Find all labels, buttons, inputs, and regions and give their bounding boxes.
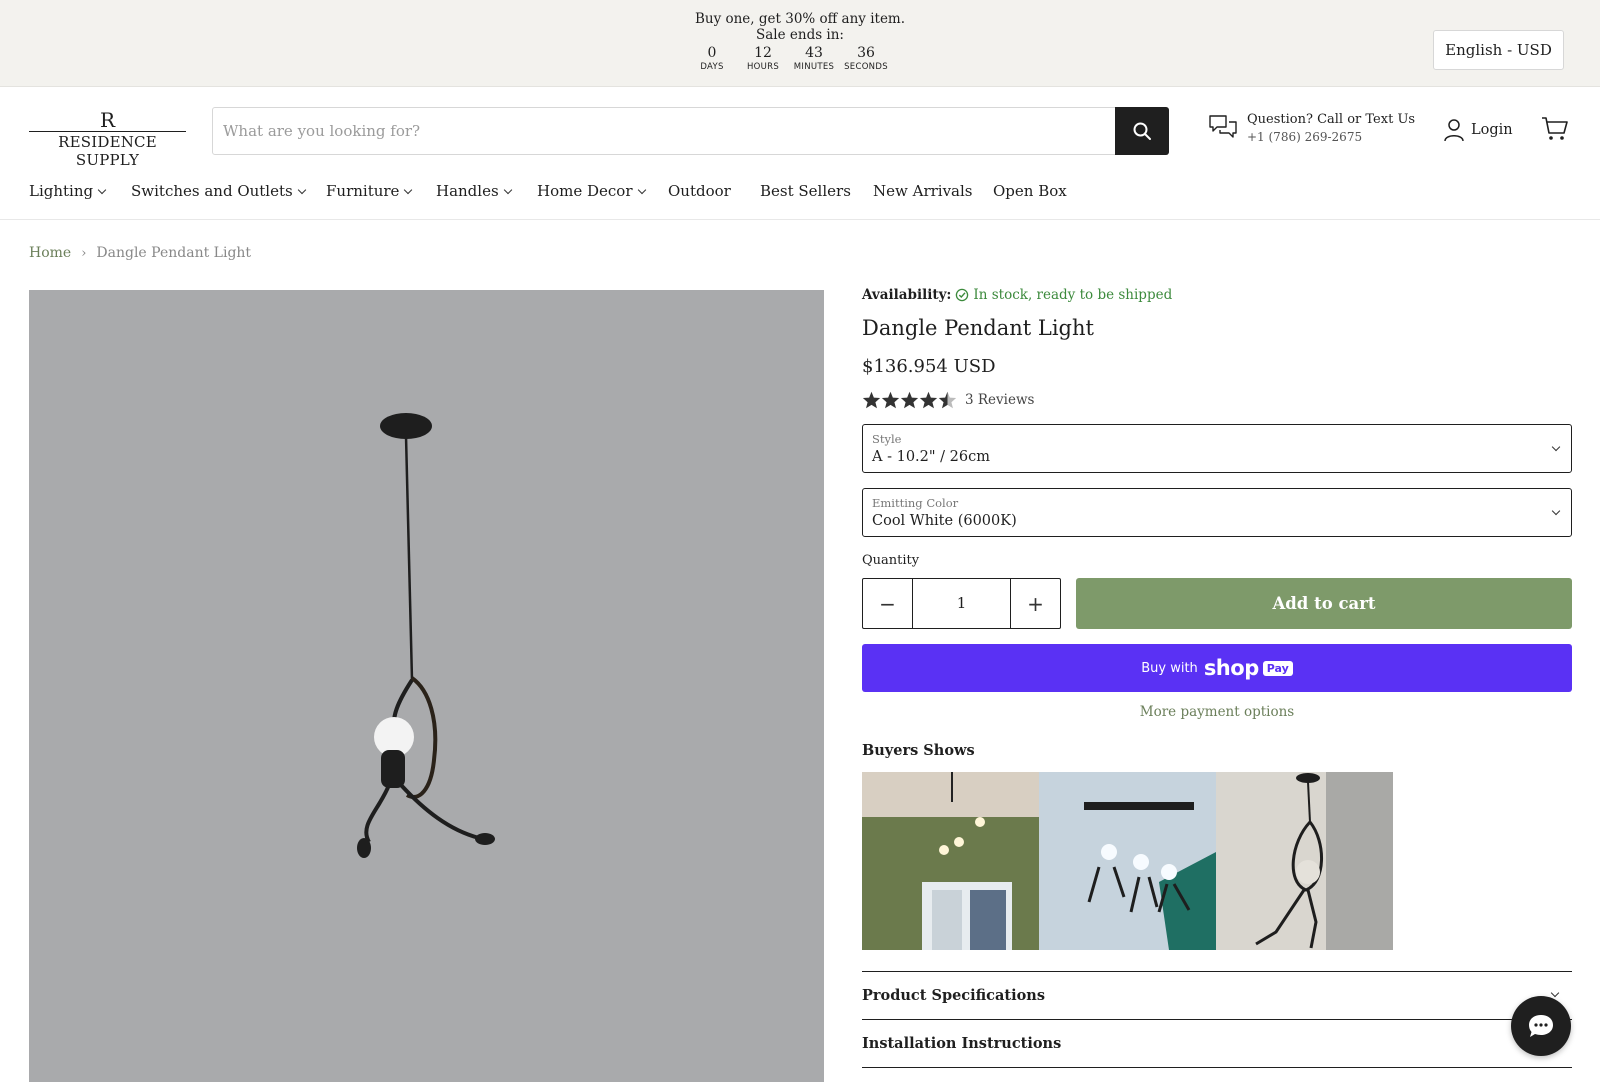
chat-icon — [1529, 1015, 1553, 1037]
breadcrumb-separator: › — [81, 245, 87, 261]
more-payment-options-link[interactable]: More payment options — [862, 704, 1572, 720]
accordion-title: Product Specifications — [862, 987, 1045, 1004]
search-bar — [212, 107, 1169, 155]
pendant-light-illustration — [357, 413, 495, 858]
star-icon — [919, 391, 938, 409]
contact-phone: +1 (786) 269-2675 — [1247, 130, 1363, 144]
product-main-image[interactable] — [29, 290, 824, 1082]
search-button[interactable] — [1115, 107, 1169, 155]
quantity-increase-button[interactable]: + — [1011, 579, 1060, 628]
chevron-down-icon — [404, 185, 413, 194]
cart-icon — [1542, 117, 1568, 140]
style-select-value: A - 10.2" / 26cm — [872, 449, 990, 465]
buy-with-label: Buy with — [1141, 660, 1198, 676]
quantity-stepper: − 1 + — [862, 578, 1061, 629]
availability-status: In stock, ready to be shipped — [973, 287, 1173, 303]
buyer-photo-1-image — [862, 772, 1039, 950]
chevron-down-icon — [1550, 988, 1560, 998]
nav-item-open-box[interactable]: Open Box — [993, 182, 1067, 200]
nav-item-lighting[interactable]: Lighting — [29, 182, 107, 200]
breadcrumb-home[interactable]: Home — [29, 245, 71, 261]
accordion-divider — [862, 1067, 1572, 1068]
logo-mark: R — [99, 108, 116, 132]
quantity-decrease-button[interactable]: − — [863, 579, 912, 628]
style-select[interactable]: Style A - 10.2" / 26cm — [862, 424, 1572, 473]
star-rating — [862, 391, 957, 409]
countdown-minutes: 43 MINUTES — [793, 45, 835, 72]
star-icon — [900, 391, 919, 409]
logo-text: RESIDENCE SUPPLY — [29, 131, 186, 169]
countdown-days: 0 DAYS — [700, 45, 724, 72]
buyer-photo-2[interactable] — [1039, 772, 1216, 950]
quantity-input[interactable]: 1 — [912, 579, 1011, 628]
star-icon — [862, 391, 881, 409]
breadcrumb: Home › Dangle Pendant Light — [29, 245, 251, 261]
login-link[interactable]: Login — [1443, 116, 1513, 144]
emitting-color-select[interactable]: Emitting Color Cool White (6000K) — [862, 488, 1572, 537]
countdown-timer: 0 DAYS 12 HOURS 43 MINUTES 36 SECONDS — [695, 45, 893, 73]
contact-info[interactable]: Question? Call or Text Us +1 (786) 269-2… — [1208, 112, 1415, 152]
buyers-shows-heading: Buyers Shows — [862, 742, 975, 759]
chevron-down-icon — [297, 185, 306, 194]
availability-label: Availability: — [862, 287, 952, 303]
nav-item-new-arrivals[interactable]: New Arrivals — [873, 182, 973, 200]
nav-item-home-decor[interactable]: Home Decor — [537, 182, 646, 200]
chat-widget-button[interactable] — [1511, 996, 1571, 1056]
nav-item-furniture[interactable]: Furniture — [326, 182, 413, 200]
star-icon — [881, 391, 900, 409]
shop-logo: shop — [1203, 656, 1259, 680]
buy-with-shop-pay-button[interactable]: Buy with shop Pay — [862, 644, 1572, 692]
emitting-color-label: Emitting Color — [872, 496, 959, 510]
check-circle-icon — [956, 288, 969, 302]
nav-item-switches-and-outlets[interactable]: Switches and Outlets — [131, 182, 306, 200]
availability: Availability: In stock, ready to be ship… — [862, 287, 1172, 303]
chevron-down-icon — [503, 185, 512, 194]
style-select-label: Style — [872, 432, 902, 446]
pay-badge: Pay — [1262, 660, 1293, 676]
user-icon — [1444, 119, 1464, 142]
promo-bar: Buy one, get 30% off any item. Sale ends… — [0, 0, 1600, 87]
search-icon — [1133, 122, 1151, 140]
product-title: Dangle Pendant Light — [862, 316, 1094, 340]
accordion-title: Installation Instructions — [862, 1035, 1062, 1052]
chevron-down-icon — [97, 185, 107, 194]
buyer-photo-3-image — [1216, 772, 1393, 950]
accordion-installation-instructions[interactable]: Installation Instructions — [862, 1019, 1572, 1067]
site-logo[interactable]: R RESIDENCE SUPPLY — [29, 108, 186, 169]
nav-item-outdoor[interactable]: Outdoor — [668, 182, 731, 200]
product-rating[interactable]: 3 Reviews — [862, 391, 1034, 409]
nav-item-best-sellers[interactable]: Best Sellers — [760, 182, 851, 200]
buyer-photo-2-image — [1039, 772, 1216, 950]
search-input[interactable] — [213, 108, 1115, 154]
accordion-product-specifications[interactable]: Product Specifications — [862, 971, 1572, 1019]
main-nav: Lighting Switches and Outlets Furniture … — [0, 172, 1600, 220]
nav-item-handles[interactable]: Handles — [436, 182, 512, 200]
chevron-down-icon — [1551, 506, 1561, 516]
buyer-photo-3[interactable] — [1216, 772, 1393, 950]
star-half-icon — [938, 391, 957, 409]
product-price: $136.954 USD — [862, 356, 996, 377]
quantity-label: Quantity — [862, 553, 920, 568]
breadcrumb-current: Dangle Pendant Light — [96, 245, 252, 261]
contact-question: Question? Call or Text Us — [1247, 112, 1416, 127]
countdown-seconds: 36 SECONDS — [844, 45, 888, 72]
promo-sale-ends: Sale ends in: — [755, 27, 844, 43]
chat-bubbles-icon — [1209, 115, 1237, 138]
cart-button[interactable] — [1541, 116, 1569, 146]
login-label: Login — [1471, 122, 1513, 138]
emitting-color-value: Cool White (6000K) — [872, 513, 1017, 529]
countdown-hours: 12 HOURS — [746, 45, 780, 72]
reviews-count: 3 Reviews — [965, 392, 1035, 408]
language-currency-selector[interactable]: English - USD — [1433, 30, 1564, 70]
buyer-photo-1[interactable] — [862, 772, 1039, 950]
add-to-cart-button[interactable]: Add to cart — [1076, 578, 1572, 629]
chevron-down-icon — [1551, 442, 1561, 452]
promo-headline: Buy one, get 30% off any item. — [694, 11, 906, 27]
chevron-down-icon — [637, 185, 646, 194]
